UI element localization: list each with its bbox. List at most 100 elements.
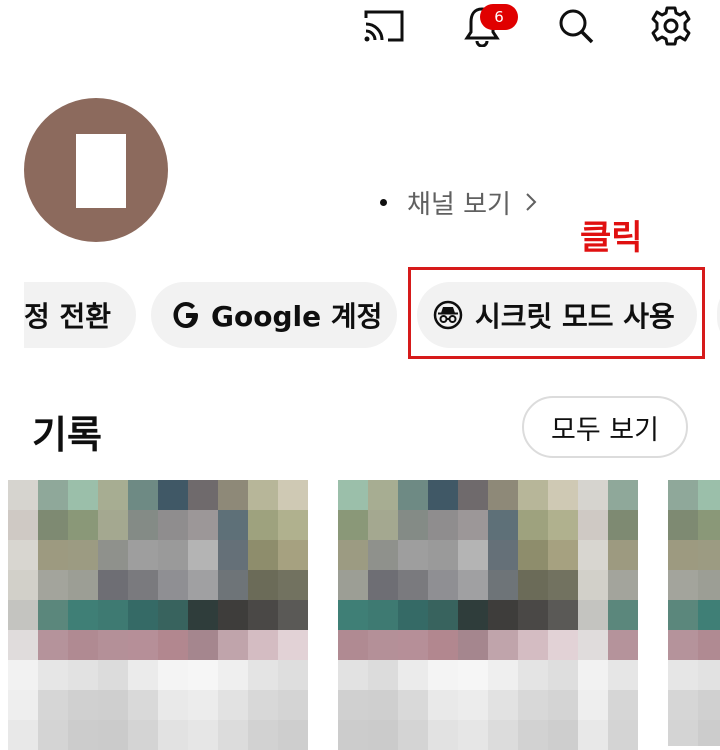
thumbnail-pixel [668,510,698,540]
thumbnail-pixel [68,540,98,570]
thumbnail-pixel [68,630,98,660]
thumbnail-pixel [578,660,608,690]
thumbnail-pixel [38,480,68,510]
search-icon[interactable] [552,4,600,48]
thumbnail-pixel [578,630,608,660]
thumbnail-pixel [668,480,698,510]
cast-icon[interactable] [360,4,408,48]
thumbnail-pixel [128,600,158,630]
thumbnail-pixel [338,660,368,690]
thumbnail-pixel [608,570,638,600]
thumbnail-pixel [368,630,398,660]
thumbnail-pixel [38,630,68,660]
thumbnail-pixel [218,600,248,630]
thumbnail-pixel [158,690,188,720]
thumbnail-pixel [458,690,488,720]
thumbnail-pixel [518,600,548,630]
thumbnail-pixel [68,690,98,720]
thumbnail-pixel [8,600,38,630]
thumbnail-pixel [128,510,158,540]
thumbnail-pixel [668,630,698,660]
thumbnail-pixel [278,660,308,690]
thumbnail-pixel [188,540,218,570]
thumbnail-pixel [188,660,218,690]
google-account-label: Google 계정 [211,300,383,333]
thumbnail-pixel [248,630,278,660]
thumbnail-pixel [428,660,458,690]
thumbnail-pixel [188,510,218,540]
thumbnail-pixel [428,690,458,720]
thumbnail-pixel [248,480,278,510]
thumbnail-pixel [578,480,608,510]
thumbnail-pixel [98,570,128,600]
thumbnail-pixel [608,600,638,630]
history-thumbnail[interactable] [338,480,638,750]
thumbnail-pixel [188,570,218,600]
thumbnail-pixel [248,510,278,540]
thumbnail-pixel [548,510,578,540]
thumbnail-pixel [488,480,518,510]
thumbnail-pixel [158,510,188,540]
thumbnail-pixel [698,690,720,720]
history-thumbnail[interactable] [8,480,308,750]
thumbnail-pixel [158,600,188,630]
thumbnail-pixel [248,660,278,690]
thumbnail-pixel [128,690,158,720]
thumbnail-pixel [68,570,98,600]
thumbnail-pixel [8,630,38,660]
thumbnail-pixel [578,600,608,630]
thumbnail-pixel [188,600,218,630]
google-account-chip[interactable]: Google 계정 [151,282,397,348]
thumbnail-pixel [158,660,188,690]
thumbnail-pixel [248,570,278,600]
thumbnail-pixel [38,570,68,600]
thumbnail-pixel [38,540,68,570]
history-thumbnail[interactable] [668,480,720,746]
thumbnail-pixel [668,690,698,720]
thumbnail-pixel [398,630,428,660]
thumbnail-pixel [608,630,638,660]
avatar-redaction [76,134,126,208]
view-all-button[interactable]: 모두 보기 [522,396,688,458]
thumbnail-pixel [218,630,248,660]
thumbnail-pixel [278,540,308,570]
thumbnail-pixel [128,660,158,690]
thumbnail-pixel [368,660,398,690]
google-g-icon [173,302,198,328]
avatar[interactable] [24,98,168,242]
thumbnail-pixel [128,570,158,600]
thumbnail-pixel [368,540,398,570]
thumbnail-pixel [608,480,638,510]
thumbnail-pixel [158,630,188,660]
thumbnail-pixel [428,540,458,570]
thumbnail-pixel [488,510,518,540]
thumbnail-pixel [248,600,278,630]
view-channel-link[interactable]: 채널 보기 [380,184,537,220]
thumbnail-pixel [668,600,698,630]
thumbnail-pixel [248,540,278,570]
thumbnail-pixel [428,510,458,540]
thumbnail-pixel [578,540,608,570]
switch-account-label: 정 전환 [24,300,112,333]
thumbnail-pixel [38,510,68,540]
settings-icon[interactable] [646,4,696,48]
thumbnail-pixel [698,600,720,630]
thumbnail-pixel [218,660,248,690]
thumbnail-pixel [8,510,38,540]
thumbnail-pixel [578,690,608,720]
thumbnail-pixel [38,690,68,720]
thumbnail-pixel [8,540,38,570]
thumbnail-pixel [458,600,488,630]
thumbnail-pixel [38,600,68,630]
thumbnail-pixel [518,570,548,600]
thumbnail-pixel [218,540,248,570]
thumbnail-pixel [338,570,368,600]
thumbnail-pixel [488,570,518,600]
thumbnail-pixel [488,630,518,660]
thumbnail-pixel [98,540,128,570]
thumbnail-pixel [338,690,368,720]
thumbnail-pixel [548,600,578,630]
thumbnail-pixel [158,570,188,600]
switch-account-chip[interactable]: 정 전환 [24,282,136,348]
thumbnail-pixel [518,660,548,690]
